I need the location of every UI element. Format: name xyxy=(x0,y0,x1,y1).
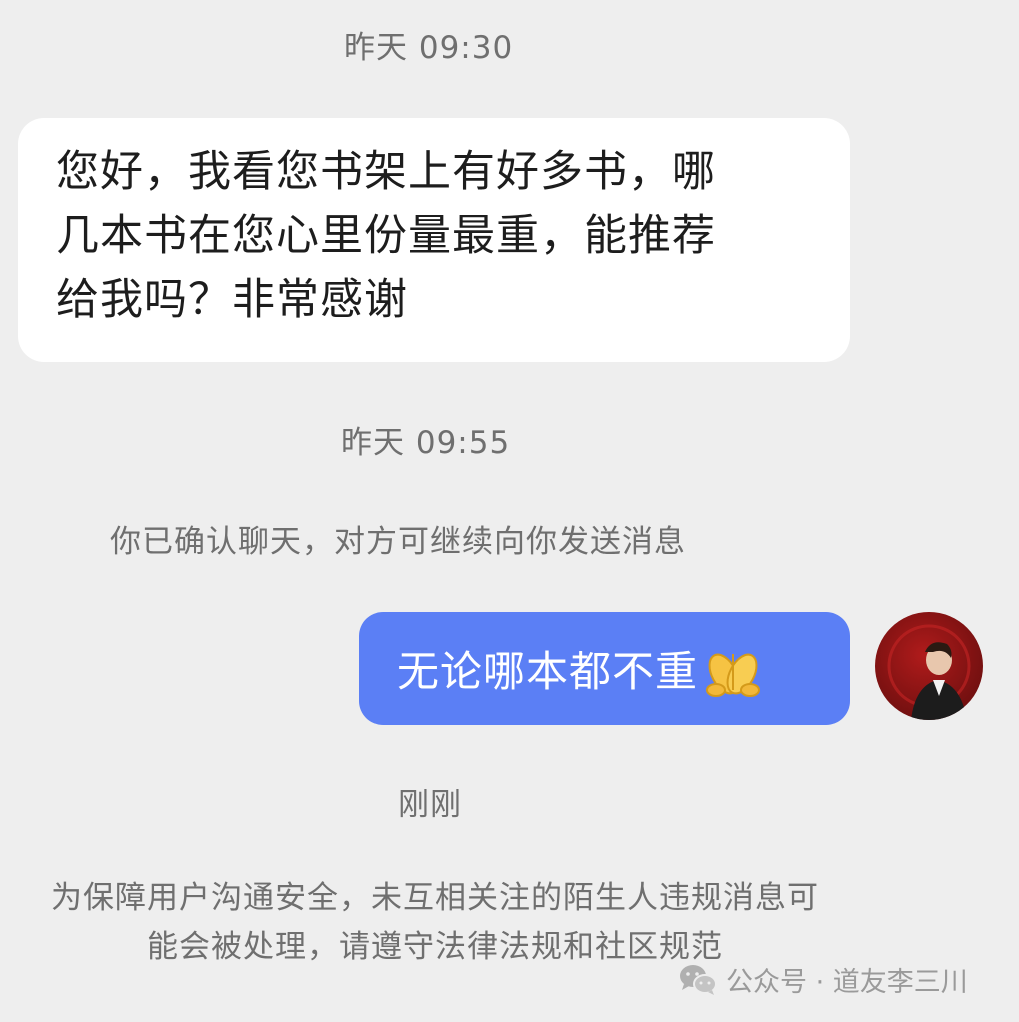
incoming-message-line: 您好，我看您书架上有好多书，哪 xyxy=(56,147,716,197)
incoming-message-line: 给我吗？非常感谢 xyxy=(56,275,408,325)
outgoing-message-bubble[interactable]: 无论哪本都不重 xyxy=(359,612,850,725)
outgoing-message-text: 无论哪本都不重 xyxy=(397,647,699,696)
folded-hands-emoji-icon xyxy=(702,640,764,698)
watermark-text: 公众号 · 道友李三川 xyxy=(726,967,968,998)
message-timestamp: 昨天 09:30 xyxy=(344,30,514,66)
incoming-message-line: 几本书在您心里份量最重，能推荐 xyxy=(56,211,716,261)
message-timestamp: 刚刚 xyxy=(398,787,462,823)
message-timestamp: 昨天 09:55 xyxy=(341,425,511,461)
safety-notice: 为保障用户沟通安全，未互相关注的陌生人违规消息可 能会被处理，请遵守法律法规和社… xyxy=(0,874,870,972)
avatar-portrait-icon xyxy=(887,624,971,720)
wechat-icon xyxy=(678,963,718,997)
chat-conversation: 昨天 09:30 您好，我看您书架上有好多书，哪 几本书在您心里份量最重，能推荐… xyxy=(0,0,1019,1022)
incoming-message-bubble[interactable]: 您好，我看您书架上有好多书，哪 几本书在您心里份量最重，能推荐 给我吗？非常感谢 xyxy=(18,118,850,362)
user-avatar[interactable] xyxy=(875,612,983,720)
safety-notice-line: 为保障用户沟通安全，未互相关注的陌生人违规消息可 xyxy=(51,880,819,916)
watermark: 公众号 · 道友李三川 xyxy=(678,960,968,999)
system-note: 你已确认聊天，对方可继续向你发送消息 xyxy=(110,524,686,560)
incoming-message-text: 您好，我看您书架上有好多书，哪 几本书在您心里份量最重，能推荐 给我吗？非常感谢 xyxy=(56,140,816,332)
